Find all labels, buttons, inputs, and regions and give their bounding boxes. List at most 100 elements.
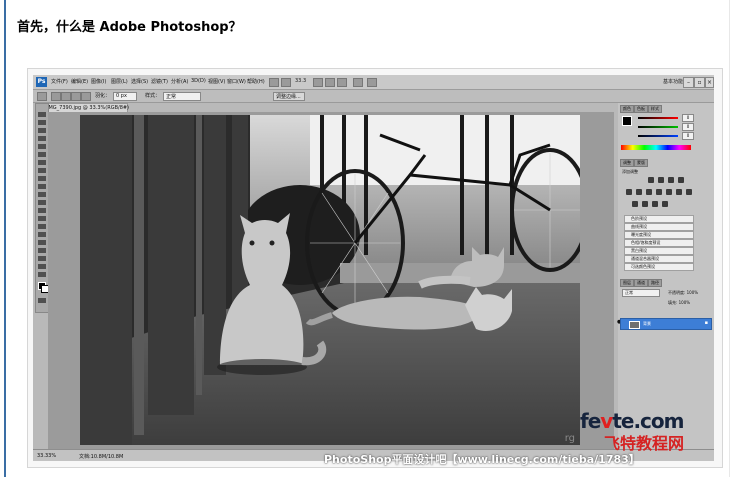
channel-mixer-icon[interactable] — [676, 189, 682, 195]
intersect-selection-icon[interactable] — [81, 92, 91, 101]
menu-analysis[interactable]: 分析(A) — [171, 78, 188, 85]
preset-item[interactable]: 通道混合器预设 — [624, 255, 694, 263]
opacity-control[interactable]: 不透明度: 100% — [668, 290, 698, 296]
hand-tool-icon[interactable] — [38, 264, 46, 269]
lasso-tool-icon[interactable] — [38, 128, 46, 133]
marquee-tool-preset-icon[interactable] — [37, 92, 47, 101]
zoom-tool-icon[interactable] — [38, 272, 46, 277]
pen-tool-icon[interactable] — [38, 224, 46, 229]
menu-help[interactable]: 帮助(H) — [247, 78, 265, 85]
arrange-documents-icon[interactable] — [353, 78, 363, 87]
eraser-tool-icon[interactable] — [38, 192, 46, 197]
preset-item[interactable]: 色阶预设 — [624, 215, 694, 223]
tab-styles[interactable]: 样式 — [648, 105, 662, 113]
crop-tool-icon[interactable] — [38, 144, 46, 149]
photo-filter-icon[interactable] — [666, 189, 672, 195]
exposure-icon[interactable] — [678, 177, 684, 183]
fill-control[interactable]: 填充: 100% — [668, 300, 690, 306]
blend-mode-select[interactable]: 正常 — [622, 289, 660, 297]
photo-cats-and-bicycle[interactable]: rg — [80, 115, 580, 445]
tab-adjustments[interactable]: 调整 — [620, 159, 634, 167]
status-zoom[interactable]: 33.33% — [37, 453, 56, 459]
tab-swatches[interactable]: 色板 — [634, 105, 648, 113]
black-white-icon[interactable] — [656, 189, 662, 195]
history-brush-tool-icon[interactable] — [38, 184, 46, 189]
menu-edit[interactable]: 编辑(E) — [71, 78, 88, 85]
red-slider[interactable] — [638, 117, 678, 119]
subtract-selection-icon[interactable] — [71, 92, 81, 101]
restore-button[interactable]: ▫ — [694, 77, 705, 88]
tab-channels[interactable]: 通道 — [634, 279, 648, 287]
color-spectrum-ramp[interactable] — [621, 145, 691, 150]
zoom-readout[interactable]: 33.3 — [295, 78, 306, 84]
type-tool-icon[interactable] — [38, 232, 46, 237]
curves-icon[interactable] — [668, 177, 674, 183]
posterize-icon[interactable] — [632, 201, 638, 207]
brush-tool-icon[interactable] — [38, 168, 46, 173]
invert-icon[interactable] — [686, 189, 692, 195]
hue-saturation-icon[interactable] — [636, 189, 642, 195]
blur-tool-icon[interactable] — [38, 208, 46, 213]
move-tool-icon[interactable] — [38, 112, 46, 117]
menu-3d[interactable]: 3D(D) — [191, 78, 206, 84]
menu-filter[interactable]: 滤镜(T) — [151, 78, 168, 85]
red-value[interactable]: 0 — [682, 114, 694, 122]
eyedropper-tool-icon[interactable] — [38, 152, 46, 157]
tab-paths[interactable]: 路径 — [648, 279, 662, 287]
blue-slider[interactable] — [638, 135, 678, 137]
green-value[interactable]: 0 — [682, 123, 694, 131]
mini-bridge-icon[interactable] — [281, 78, 291, 87]
bridge-icon[interactable] — [269, 78, 279, 87]
quick-selection-tool-icon[interactable] — [38, 136, 46, 141]
document-canvas-area[interactable]: rg — [48, 112, 614, 449]
refine-edge-button[interactable]: 调整边缘... — [273, 92, 305, 101]
preset-item[interactable]: 色相/饱和度预设 — [624, 239, 694, 247]
brightness-contrast-icon[interactable] — [648, 177, 654, 183]
healing-brush-tool-icon[interactable] — [38, 160, 46, 165]
screen-mode-icon[interactable] — [367, 78, 377, 87]
vibrance-icon[interactable] — [626, 189, 632, 195]
tab-masks[interactable]: 蒙版 — [634, 159, 648, 167]
add-selection-icon[interactable] — [61, 92, 71, 101]
rotate-view-icon[interactable] — [337, 78, 347, 87]
close-button[interactable]: × — [705, 77, 714, 88]
path-selection-tool-icon[interactable] — [38, 240, 46, 245]
3d-rotate-tool-icon[interactable] — [38, 256, 46, 261]
color-foreground-swatch[interactable] — [622, 116, 632, 126]
shape-tool-icon[interactable] — [38, 248, 46, 253]
menu-file[interactable]: 文件(F) — [51, 78, 68, 85]
hand-tool-icon[interactable] — [313, 78, 323, 87]
preset-item[interactable]: 曲线预设 — [624, 223, 694, 231]
menu-view[interactable]: 视图(V) — [208, 78, 225, 85]
menu-bar: Ps 文件(F) 编辑(E) 图像(I) 图层(L) 选择(S) 滤镜(T) 分… — [33, 75, 714, 90]
selective-color-icon[interactable] — [662, 201, 668, 207]
menu-layer[interactable]: 图层(L) — [111, 78, 128, 85]
feather-input[interactable]: 0 px — [113, 92, 137, 101]
menu-image[interactable]: 图像(I) — [91, 78, 106, 85]
style-select[interactable]: 正常 — [163, 92, 201, 101]
minimize-button[interactable]: – — [683, 77, 694, 88]
green-slider[interactable] — [638, 126, 678, 128]
preset-item[interactable]: 曝光度预设 — [624, 231, 694, 239]
gradient-tool-icon[interactable] — [38, 200, 46, 205]
quick-mask-icon[interactable] — [38, 298, 46, 303]
dodge-tool-icon[interactable] — [38, 216, 46, 221]
layer-row[interactable]: 背景 ▪ — [620, 318, 712, 330]
left-border-rule — [4, 0, 6, 477]
marquee-tool-icon[interactable] — [38, 120, 46, 125]
color-balance-icon[interactable] — [646, 189, 652, 195]
tab-layers[interactable]: 图层 — [620, 279, 634, 287]
preset-item[interactable]: 黑白预设 — [624, 247, 694, 255]
zoom-tool-icon[interactable] — [325, 78, 335, 87]
menu-window[interactable]: 窗口(W) — [227, 78, 246, 85]
threshold-icon[interactable] — [642, 201, 648, 207]
gradient-map-icon[interactable] — [652, 201, 658, 207]
tab-color[interactable]: 颜色 — [620, 105, 634, 113]
workspace-switcher[interactable]: 基本功能 — [663, 78, 683, 85]
new-selection-icon[interactable] — [51, 92, 61, 101]
levels-icon[interactable] — [658, 177, 664, 183]
blue-value[interactable]: 0 — [682, 132, 694, 140]
clone-stamp-tool-icon[interactable] — [38, 176, 46, 181]
menu-select[interactable]: 选择(S) — [131, 78, 148, 85]
preset-item[interactable]: 可选颜色预设 — [624, 263, 694, 271]
